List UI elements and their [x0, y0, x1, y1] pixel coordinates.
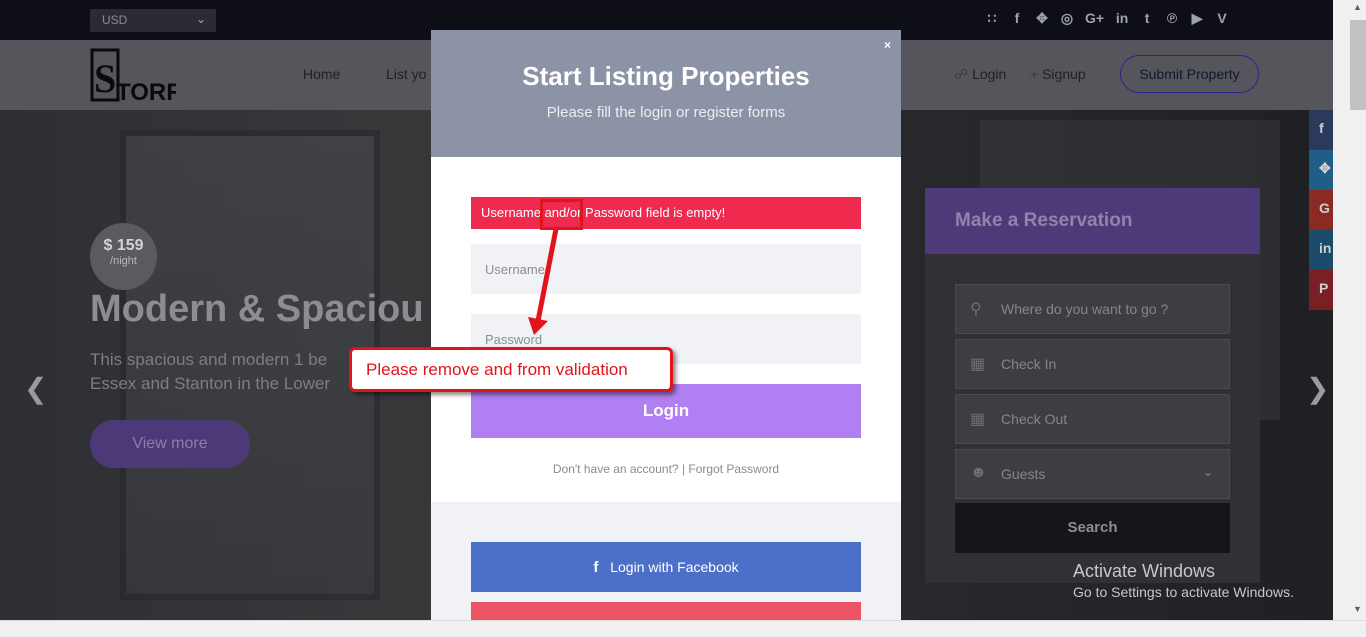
scrollbar-thumb[interactable] — [1350, 20, 1366, 110]
reservation-title: Make a Reservation — [925, 188, 1260, 254]
login-button[interactable]: Login — [471, 384, 861, 438]
check-out-placeholder: Check Out — [1001, 411, 1068, 427]
hero-title: Modern & Spaciou — [90, 288, 424, 330]
annotation-callout: Please remove and from validation — [349, 347, 673, 392]
modal-header: Start Listing Properties Please fill the… — [431, 30, 901, 157]
chevron-down-icon: ⌄ — [195, 12, 206, 26]
chevron-down-icon: ⌄ — [1202, 465, 1213, 479]
modal-title: Start Listing Properties — [522, 61, 810, 91]
share-google-icon[interactable]: G — [1309, 190, 1333, 230]
nav-home[interactable]: Home — [303, 66, 340, 82]
facebook-login-button[interactable]: f Login with Facebook — [471, 542, 861, 592]
currency-value: USD — [102, 13, 128, 27]
hero-description-line2: Essex and Stanton in the Lower — [90, 374, 331, 393]
google-login-button[interactable] — [471, 602, 861, 620]
pinterest-icon[interactable]: ℗ — [1165, 10, 1179, 27]
facebook-icon[interactable]: f — [1010, 10, 1024, 27]
forgot-password-link[interactable]: Forgot Password — [688, 462, 779, 476]
share-pinterest-icon[interactable]: P — [1309, 270, 1333, 310]
nav-signup[interactable]: + Signup — [1030, 66, 1086, 82]
reservation-panel: Make a Reservation ⚲ Where do you want t… — [925, 188, 1260, 583]
lock-icon: ☍ — [954, 66, 969, 82]
check-out-input[interactable]: ▦ Check Out — [955, 394, 1230, 444]
social-links: ∷ f ✥ ◎ G+ in t ℗ ▶ V — [985, 10, 1229, 27]
account-links: Don't have an account? | Forgot Password — [431, 462, 901, 476]
guests-value: Guests — [1001, 466, 1046, 482]
location-placeholder: Where do you want to go ? — [1001, 301, 1169, 317]
hero-description-line1: This spacious and modern 1 be — [90, 350, 328, 369]
calendar-icon: ▦ — [970, 411, 986, 428]
close-icon[interactable]: × — [884, 38, 891, 52]
nav-login-label: Login — [972, 66, 1007, 82]
google-plus-icon[interactable]: G+ — [1085, 10, 1104, 27]
price-badge: $ 159 /night — [90, 223, 157, 290]
vertical-scrollbar[interactable]: ▲ ▼ — [1333, 0, 1366, 620]
share-linkedin-icon[interactable]: in — [1309, 230, 1333, 270]
linkedin-icon[interactable]: in — [1115, 10, 1129, 27]
twitter-icon[interactable]: ✥ — [1035, 10, 1049, 27]
share-twitter-icon[interactable]: ✥ — [1309, 150, 1333, 190]
scroll-up-icon[interactable]: ▲ — [1353, 2, 1362, 12]
login-modal: Start Listing Properties Please fill the… — [431, 30, 901, 620]
links-separator: | — [681, 462, 686, 476]
youtube-icon[interactable]: ▶ — [1190, 10, 1204, 27]
dribbble-icon[interactable]: ◎ — [1060, 10, 1074, 27]
calendar-icon: ▦ — [970, 356, 986, 373]
svg-text:S: S — [94, 56, 116, 101]
vimeo-icon[interactable]: V — [1215, 10, 1229, 27]
currency-select[interactable]: USD ⌄ — [90, 9, 216, 32]
user-icon: ☻ — [970, 464, 987, 481]
activate-windows-subtitle: Go to Settings to activate Windows. — [1073, 584, 1294, 600]
guests-select[interactable]: ☻ Guests ⌄ — [955, 449, 1230, 499]
share-sidebar: f ✥ G in P — [1309, 110, 1333, 310]
nav-list-your-property[interactable]: List yo — [386, 66, 426, 82]
scroll-down-icon[interactable]: ▼ — [1353, 604, 1362, 614]
facebook-login-label: Login with Facebook — [610, 559, 739, 575]
slider-prev-icon[interactable]: ❮ — [24, 372, 47, 405]
horizontal-scrollbar[interactable] — [0, 620, 1366, 637]
storr-logo[interactable]: S TORR — [90, 48, 176, 102]
search-button[interactable]: Search — [955, 503, 1230, 553]
nav-signup-label: Signup — [1042, 66, 1086, 82]
rss-icon[interactable]: ∷ — [985, 10, 999, 27]
location-input[interactable]: ⚲ Where do you want to go ? — [955, 284, 1230, 334]
register-link[interactable]: Don't have an account? — [553, 462, 679, 476]
facebook-icon: f — [593, 559, 599, 576]
modal-subtitle: Please fill the login or register forms — [546, 104, 786, 121]
view-more-button[interactable]: View more — [90, 420, 250, 468]
map-pin-icon: ⚲ — [970, 301, 982, 318]
price-amount: $ 159 — [103, 237, 144, 254]
activate-windows-watermark: Activate Windows Go to Settings to activ… — [1073, 561, 1294, 600]
nav-login[interactable]: ☍ Login — [954, 66, 1006, 83]
submit-property-button[interactable]: Submit Property — [1120, 55, 1259, 93]
plus-icon: + — [1030, 66, 1039, 82]
social-login-section: f Login with Facebook — [431, 502, 901, 620]
price-period: /night — [110, 255, 137, 267]
slider-next-icon[interactable]: ❯ — [1306, 372, 1329, 405]
check-in-placeholder: Check In — [1001, 356, 1057, 372]
svg-text:TORR: TORR — [116, 79, 176, 102]
activate-windows-title: Activate Windows — [1073, 561, 1216, 581]
tumblr-icon[interactable]: t — [1140, 10, 1154, 27]
hero-description: This spacious and modern 1 be Essex and … — [90, 348, 390, 396]
share-facebook-icon[interactable]: f — [1309, 110, 1333, 150]
check-in-input[interactable]: ▦ Check In — [955, 339, 1230, 389]
annotation-arrow — [528, 226, 559, 335]
